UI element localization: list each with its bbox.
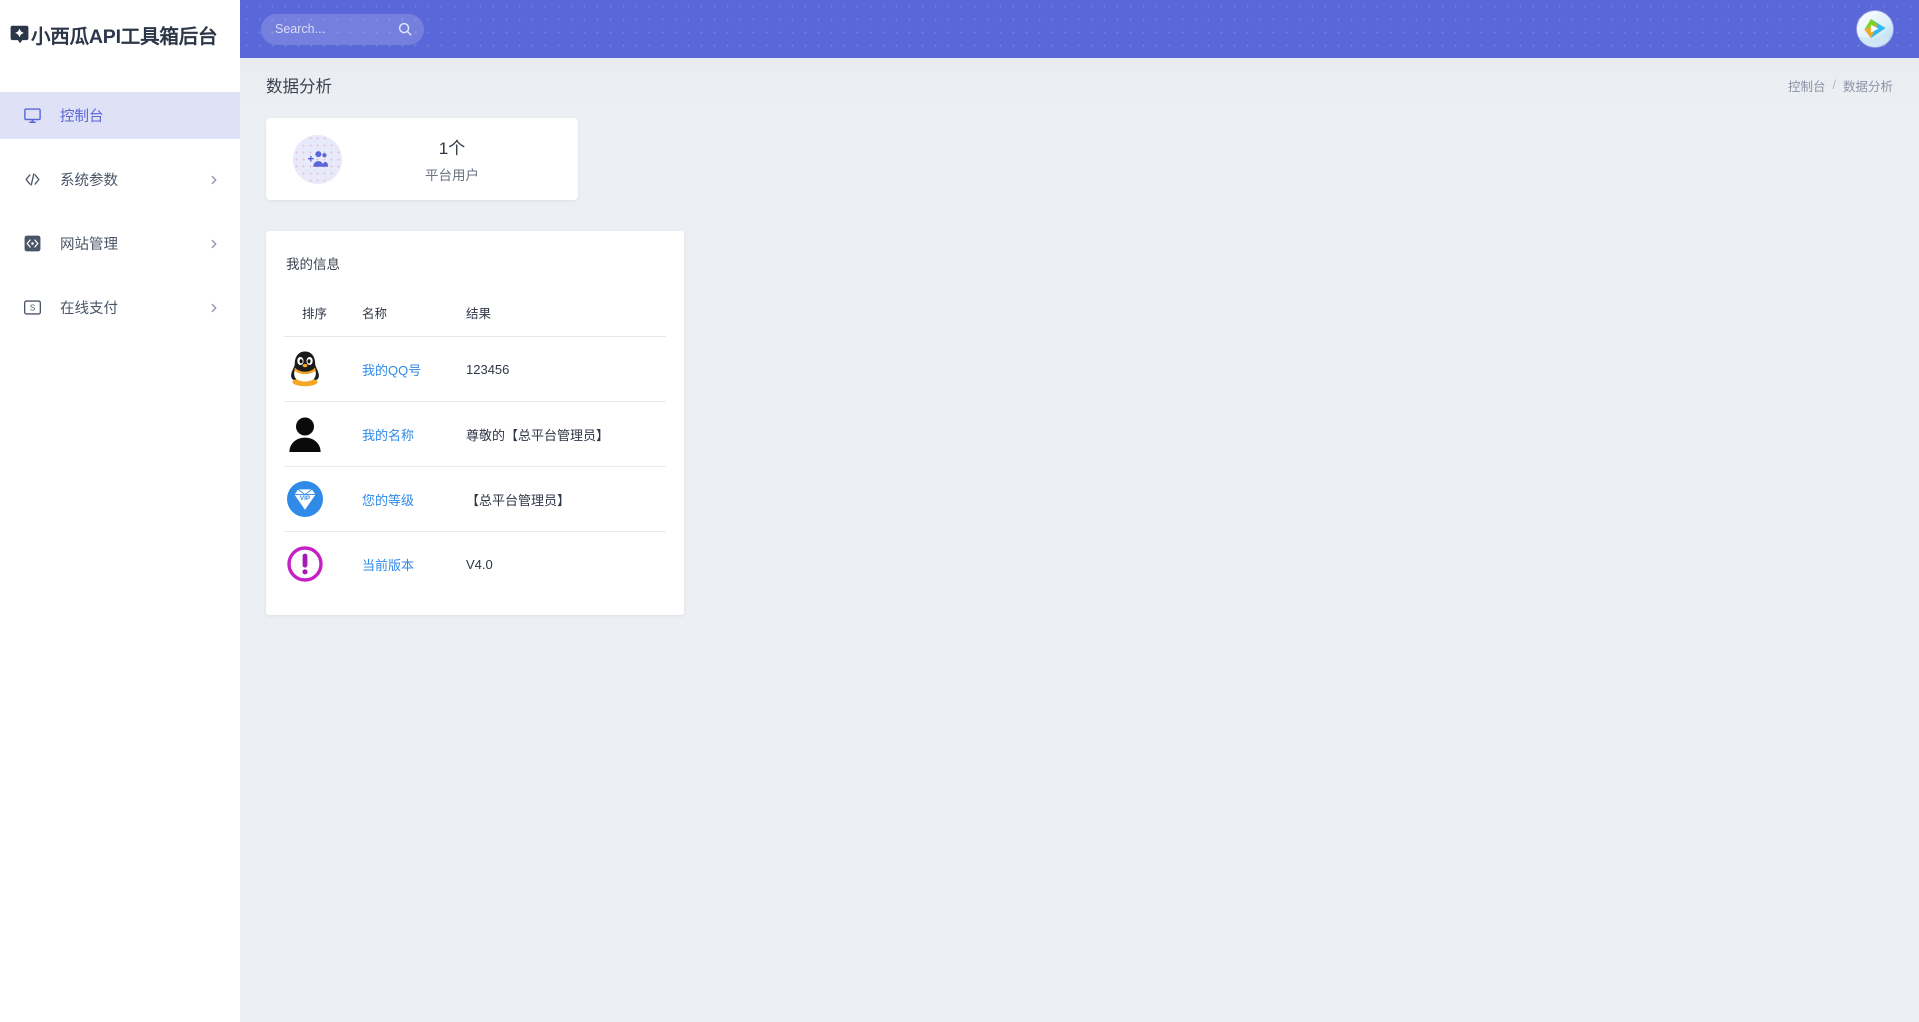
panel-title: 我的信息: [286, 257, 340, 272]
sidebar: 小西瓜API工具箱后台 控制台 系统参数 网站管理 S 在线支付: [0, 0, 240, 1022]
row-result-cell: 123456: [466, 336, 666, 402]
row-icon-cell: [284, 401, 362, 467]
page-head: 数据分析 控制台 / 数据分析: [240, 58, 1919, 112]
brand[interactable]: 小西瓜API工具箱后台: [0, 0, 240, 68]
stat-texts: 1个 平台用户: [342, 134, 578, 184]
row-name-link[interactable]: 我的QQ号: [362, 363, 421, 378]
chevron-right-icon: [209, 239, 219, 249]
row-result: V4.0: [466, 556, 493, 572]
sidebar-nav: 控制台 系统参数 网站管理 S 在线支付: [0, 92, 240, 331]
column-header-order: 排序: [284, 303, 362, 337]
svg-text:VIP: VIP: [299, 495, 310, 502]
row-name-cell: 您的等级: [362, 466, 466, 532]
search-box[interactable]: [261, 13, 424, 45]
search-input[interactable]: [275, 13, 398, 45]
chevron-right-icon: [209, 175, 219, 185]
sidebar-item-系统参数[interactable]: 系统参数: [0, 156, 240, 203]
row-name-link[interactable]: 您的等级: [362, 493, 414, 508]
user-silhouette-icon: [284, 414, 325, 455]
breadcrumb-item-current: 数据分析: [1842, 79, 1893, 94]
vip-diamond-icon: VIP: [284, 479, 325, 520]
row-icon-cell: VIP: [284, 466, 362, 532]
sidebar-item-控制台[interactable]: 控制台: [0, 92, 240, 139]
row-result: 【总平台管理员】: [466, 492, 571, 508]
table-row: 我的QQ号 123456: [284, 336, 666, 402]
code-box-icon: [22, 234, 42, 254]
info-table-body: 我的QQ号 123456 我的名称 尊敬的【总平台管理员】 VIP 您的等级 【…: [284, 336, 666, 597]
add-users-icon: [293, 134, 342, 184]
row-result-cell: 尊敬的【总平台管理员】: [466, 401, 666, 467]
badge-star-icon: [10, 25, 29, 44]
user-avatar[interactable]: [1857, 11, 1893, 47]
table-row: 我的名称 尊敬的【总平台管理员】: [284, 401, 666, 467]
search-icon[interactable]: [398, 22, 412, 36]
stat-card-platform-users[interactable]: 1个 平台用户: [266, 118, 578, 200]
breadcrumb-item-home[interactable]: 控制台: [1788, 76, 1826, 95]
row-result-cell: V4.0: [466, 532, 666, 597]
svg-text:S: S: [29, 303, 34, 312]
alert-exclamation-icon: [284, 544, 325, 585]
page-title: 数据分析: [266, 78, 332, 96]
code-brackets-icon: [22, 170, 42, 190]
sidebar-item-label: 网站管理: [60, 237, 118, 253]
row-name-cell: 当前版本: [362, 532, 466, 597]
row-icon-cell: [284, 336, 362, 402]
breadcrumb: 控制台 / 数据分析: [1788, 76, 1893, 95]
stat-value: 1个: [438, 139, 466, 158]
row-result: 尊敬的【总平台管理员】: [466, 427, 610, 443]
table-row: 当前版本 V4.0: [284, 532, 666, 597]
column-header-result: 结果: [466, 303, 666, 337]
chevron-right-icon: [209, 303, 219, 313]
main-area: 数据分析 控制台 / 数据分析: [240, 0, 1919, 1022]
content: 1个 平台用户 我的信息 排序 名称 结果 我的QQ号 123456 我的名称 …: [240, 112, 1919, 1022]
brand-title: 小西瓜API工具箱后台: [31, 25, 218, 48]
sidebar-item-在线支付[interactable]: S 在线支付: [0, 284, 240, 331]
info-table-head: 排序 名称 结果: [284, 303, 666, 337]
info-table: 排序 名称 结果 我的QQ号 123456 我的名称 尊敬的【总平台管理员】 V…: [284, 303, 666, 597]
info-table-header-row: 排序 名称 结果: [284, 303, 666, 337]
row-name-link[interactable]: 我的名称: [362, 428, 414, 443]
stat-label: 平台用户: [425, 168, 479, 183]
app-root: 小西瓜API工具箱后台 控制台 系统参数 网站管理 S 在线支付 Search.…: [0, 0, 1919, 1022]
sidebar-item-label: 系统参数: [60, 173, 118, 189]
monitor-icon: [22, 106, 42, 126]
row-name-link[interactable]: 当前版本: [362, 558, 414, 573]
column-header-name: 名称: [362, 303, 466, 337]
info-panel: 我的信息 排序 名称 结果 我的QQ号 123456 我的名称 尊敬的【总平台管…: [266, 231, 684, 615]
row-icon-cell: [284, 532, 362, 597]
row-result-cell: 【总平台管理员】: [466, 466, 666, 532]
breadcrumb-separator: /: [1832, 78, 1836, 92]
row-name-cell: 我的名称: [362, 401, 466, 467]
row-result: 123456: [466, 361, 510, 377]
sidebar-item-label: 在线支付: [60, 301, 118, 317]
banknote-icon: S: [22, 298, 42, 318]
sidebar-item-label: 控制台: [60, 109, 104, 125]
sidebar-item-网站管理[interactable]: 网站管理: [0, 220, 240, 267]
qq-penguin-icon: [284, 349, 325, 390]
topbar: [240, 0, 1919, 58]
table-row: VIP 您的等级 【总平台管理员】: [284, 466, 666, 532]
row-name-cell: 我的QQ号: [362, 336, 466, 402]
